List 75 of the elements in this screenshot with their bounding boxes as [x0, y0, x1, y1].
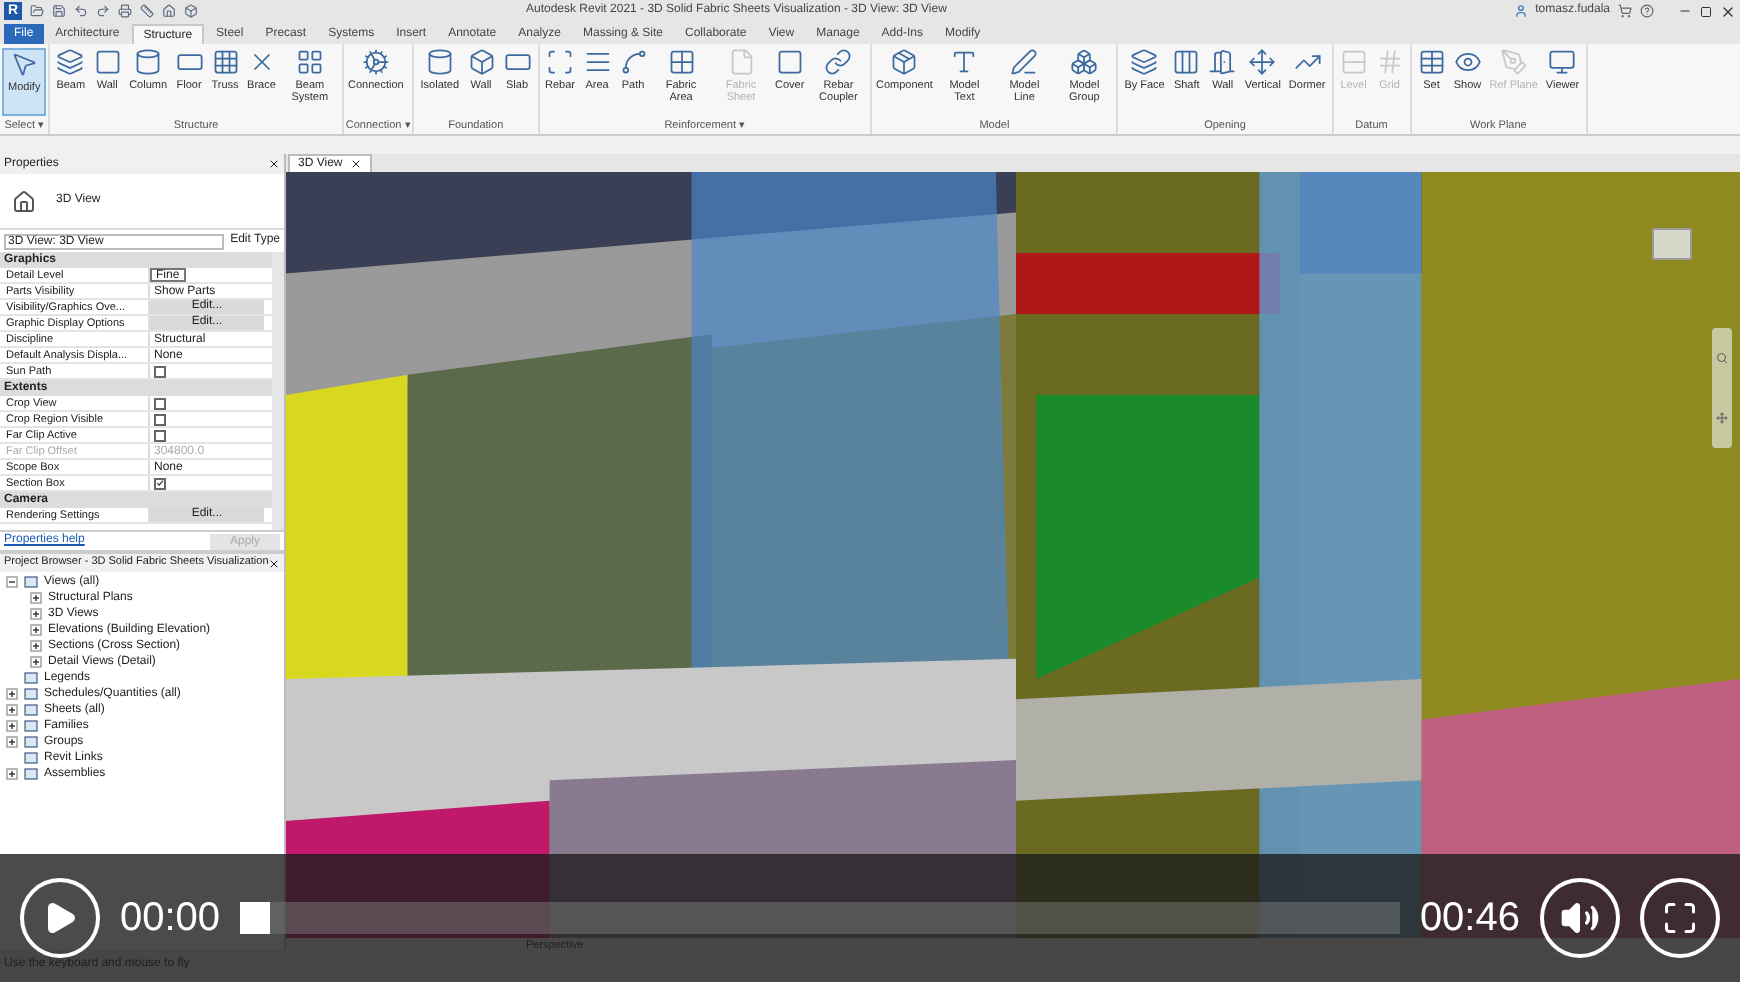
curve-icon	[619, 48, 648, 76]
expand-icon[interactable]	[6, 768, 18, 780]
checkbox[interactable]	[154, 365, 166, 377]
minimize-icon[interactable]	[1678, 4, 1692, 18]
checkbox[interactable]	[154, 413, 166, 425]
monitor-icon	[1548, 48, 1577, 76]
user-icon[interactable]	[1513, 4, 1528, 18]
table-icon	[1417, 48, 1446, 76]
expand-icon[interactable]	[6, 688, 18, 700]
expand-icon[interactable]	[30, 640, 42, 652]
house-icon	[12, 189, 36, 213]
play-icon	[42, 900, 78, 936]
frame-icon	[546, 48, 575, 76]
ruler-icon[interactable]	[140, 4, 154, 18]
expand-icon[interactable]	[30, 608, 42, 620]
maximize-icon[interactable]	[1700, 5, 1712, 17]
lines-icon	[583, 48, 612, 76]
zoom-icon[interactable]	[1716, 352, 1728, 364]
arrows-icon	[1248, 48, 1277, 76]
pointer-icon	[10, 50, 39, 78]
close-icon[interactable]	[268, 158, 280, 170]
redo-icon[interactable]	[96, 4, 110, 18]
pan-icon[interactable]	[1716, 412, 1728, 424]
cylinder-icon	[134, 48, 163, 76]
boxes-icon	[1070, 48, 1099, 76]
grid-icon	[295, 48, 324, 76]
volume-button[interactable]	[1540, 878, 1620, 958]
close-icon[interactable]	[350, 158, 363, 170]
rectangle-icon	[175, 48, 204, 76]
fullscreen-icon	[1662, 900, 1698, 936]
text-icon	[950, 48, 979, 76]
collapse-icon[interactable]	[6, 576, 18, 588]
play-button[interactable]	[20, 878, 100, 958]
progress-thumb[interactable]	[240, 902, 271, 934]
checkbox[interactable]	[154, 477, 166, 489]
folder-icon	[24, 576, 38, 588]
cube-icon[interactable]	[184, 4, 198, 18]
close-icon[interactable]	[268, 557, 281, 569]
grid-icon	[667, 48, 696, 76]
expand-icon[interactable]	[6, 736, 18, 748]
door-icon	[1208, 48, 1237, 76]
progress-track[interactable]	[240, 902, 1400, 934]
close-icon[interactable]	[1720, 3, 1736, 19]
square-icon	[775, 48, 804, 76]
expand-icon[interactable]	[30, 624, 42, 636]
gear-icon	[361, 48, 390, 76]
printer-icon[interactable]	[118, 4, 132, 18]
expand-icon[interactable]	[30, 592, 42, 604]
help-icon[interactable]	[1640, 4, 1654, 18]
grid-icon	[211, 48, 240, 76]
rectangle-icon	[503, 48, 532, 76]
current-time: 00:00	[120, 894, 221, 944]
cube-icon	[467, 48, 496, 76]
pen-icon	[1010, 48, 1039, 76]
expand-icon[interactable]	[6, 720, 18, 732]
link-icon	[824, 48, 853, 76]
house-icon[interactable]	[162, 4, 176, 18]
square-icon	[93, 48, 122, 76]
expand-icon[interactable]	[30, 656, 42, 668]
checkbox[interactable]	[154, 397, 166, 409]
duration: 00:46	[1419, 894, 1520, 944]
undo-icon[interactable]	[74, 4, 88, 18]
folder-icon[interactable]	[30, 4, 44, 18]
fullscreen-button[interactable]	[1640, 878, 1720, 958]
cart-icon[interactable]	[1618, 4, 1632, 18]
cylinder-icon	[425, 48, 454, 76]
package-icon	[890, 48, 919, 76]
save-icon[interactable]	[52, 4, 66, 18]
eye-icon	[1453, 48, 1482, 76]
checkbox[interactable]	[154, 429, 166, 441]
columns-icon	[1172, 48, 1201, 76]
speaker-icon	[1560, 898, 1600, 938]
expand-icon[interactable]	[6, 704, 18, 716]
layers-icon	[56, 48, 85, 76]
layers-icon	[1130, 48, 1159, 76]
